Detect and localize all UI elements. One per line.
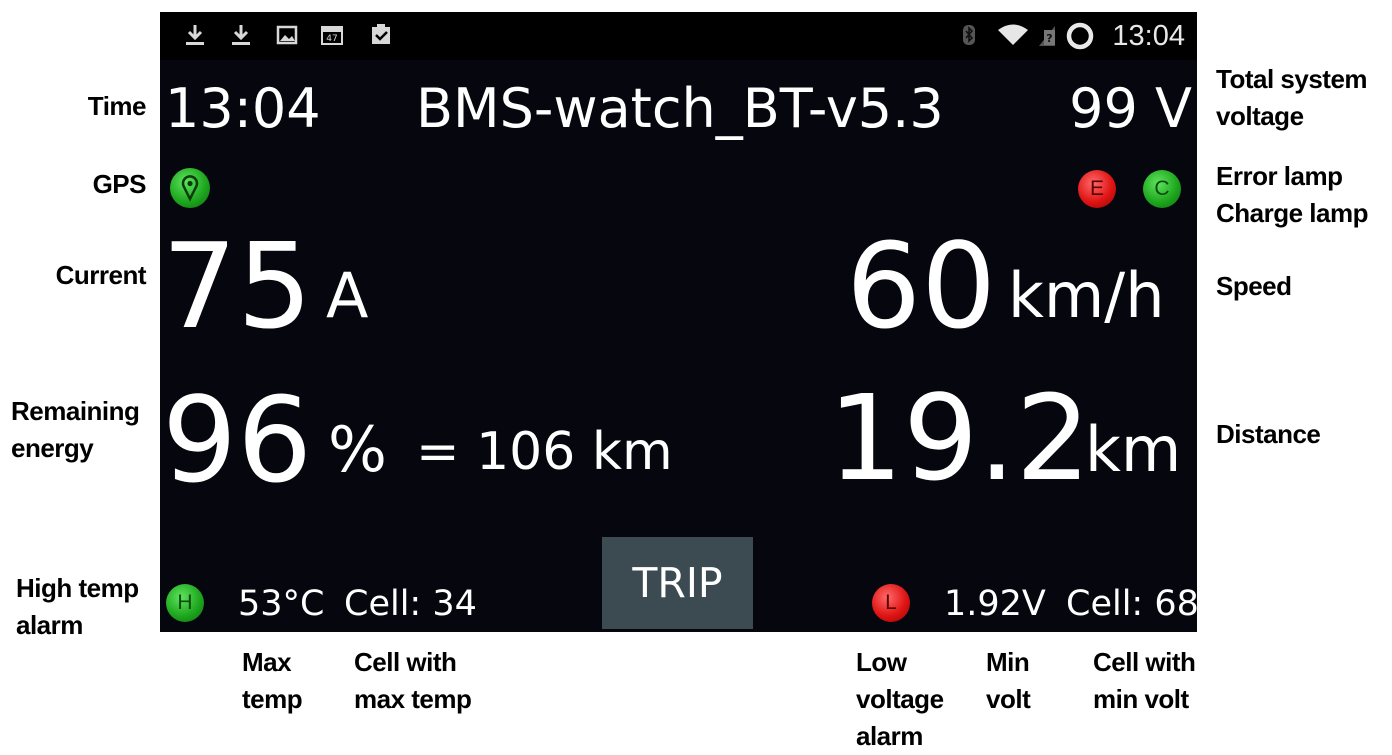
annotation-line: max temp	[354, 684, 472, 714]
annotation-line: alarm	[16, 610, 83, 640]
wifi-icon	[996, 22, 1030, 48]
clipboard-check-icon	[368, 22, 394, 48]
total-system-voltage: 99 V	[1069, 77, 1192, 140]
annotation-distance: Distance	[1216, 419, 1321, 449]
annotation-line: Min	[986, 647, 1030, 677]
annotation-time: Time	[87, 91, 147, 121]
annotation-line: High temp	[16, 573, 139, 603]
annotation-error-lamp: Error lamp	[1216, 161, 1343, 191]
annotation-line: temp	[242, 684, 303, 714]
annotation-line: energy	[11, 433, 94, 463]
svg-text:?: ?	[1046, 32, 1052, 45]
app-screen: 47 ? 13:04 13:04 BMS-watch_BT-v5.3 99 V …	[160, 12, 1197, 632]
calendar-icon: 47	[318, 22, 344, 48]
annotation-line: volt	[986, 684, 1031, 714]
calendar-badge: 47	[326, 34, 337, 44]
annotation-line: Remaining	[11, 396, 140, 426]
annotation-current: Current	[55, 260, 147, 290]
speed-unit: km/h	[1008, 259, 1165, 332]
annotation-line: Max	[242, 647, 292, 677]
low-voltage-lamp: L	[872, 584, 910, 622]
annotation-line: voltage	[856, 684, 944, 714]
distance-value: 19.2	[828, 369, 1091, 507]
energy-unit: %	[328, 413, 387, 486]
high-temp-lamp: H	[166, 584, 204, 622]
estimated-range: = 106 km	[416, 422, 673, 482]
app-title: BMS-watch_BT-v5.3	[416, 77, 944, 140]
speed-value: 60	[846, 217, 997, 355]
min-volt-cell: Cell: 68	[1066, 584, 1197, 624]
annotation-charge-lamp: Charge lamp	[1216, 198, 1369, 228]
gps-lamp	[170, 168, 210, 208]
annotation-remaining-energy: Remaining energy	[11, 393, 140, 467]
annotation-total-system-voltage: Total system voltage	[1216, 61, 1368, 135]
annotation-line: Cell with	[1093, 647, 1196, 677]
annotation-line: alarm	[856, 721, 923, 751]
status-bar: 47 ? 13:04	[160, 12, 1197, 60]
no-sim-icon: ?	[1034, 22, 1060, 48]
download-icon	[182, 22, 208, 48]
annotation-speed: Speed	[1216, 271, 1292, 301]
annotation-line: Cell with	[354, 647, 457, 677]
energy-value: 96	[162, 371, 313, 509]
annotation-line: voltage	[1216, 101, 1304, 131]
map-pin-icon	[181, 175, 199, 202]
annotation-gps: GPS	[92, 169, 147, 199]
clock-time: 13:04	[165, 77, 321, 140]
max-temp-cell: Cell: 34	[344, 584, 477, 624]
distance-unit: km	[1085, 413, 1182, 486]
annotation-low-voltage-alarm: Low voltage alarm	[856, 644, 944, 755]
annotation-cell-with-min-volt: Cell with min volt	[1093, 644, 1196, 718]
annotation-max-temp: Max temp	[242, 644, 303, 718]
error-lamp: E	[1078, 170, 1116, 208]
charge-lamp: C	[1143, 170, 1181, 208]
annotation-min-volt: Min volt	[986, 644, 1031, 718]
current-value: 75	[162, 217, 313, 355]
status-bar-time: 13:04	[1112, 20, 1185, 52]
download-icon	[228, 22, 254, 48]
annotation-cell-with-max-temp: Cell with max temp	[354, 644, 472, 718]
annotation-line: min volt	[1093, 684, 1189, 714]
current-unit: A	[326, 259, 369, 332]
annotation-high-temp-alarm: High temp alarm	[16, 570, 139, 644]
annotation-line: Low	[856, 647, 907, 677]
max-temp: 53°C	[238, 584, 325, 624]
image-icon	[274, 22, 300, 48]
min-volt: 1.92V	[944, 584, 1046, 624]
sync-circle-icon	[1066, 22, 1094, 50]
trip-button[interactable]: TRIP	[602, 537, 753, 629]
bluetooth-icon	[956, 22, 982, 48]
annotation-line: Total system	[1216, 64, 1368, 94]
